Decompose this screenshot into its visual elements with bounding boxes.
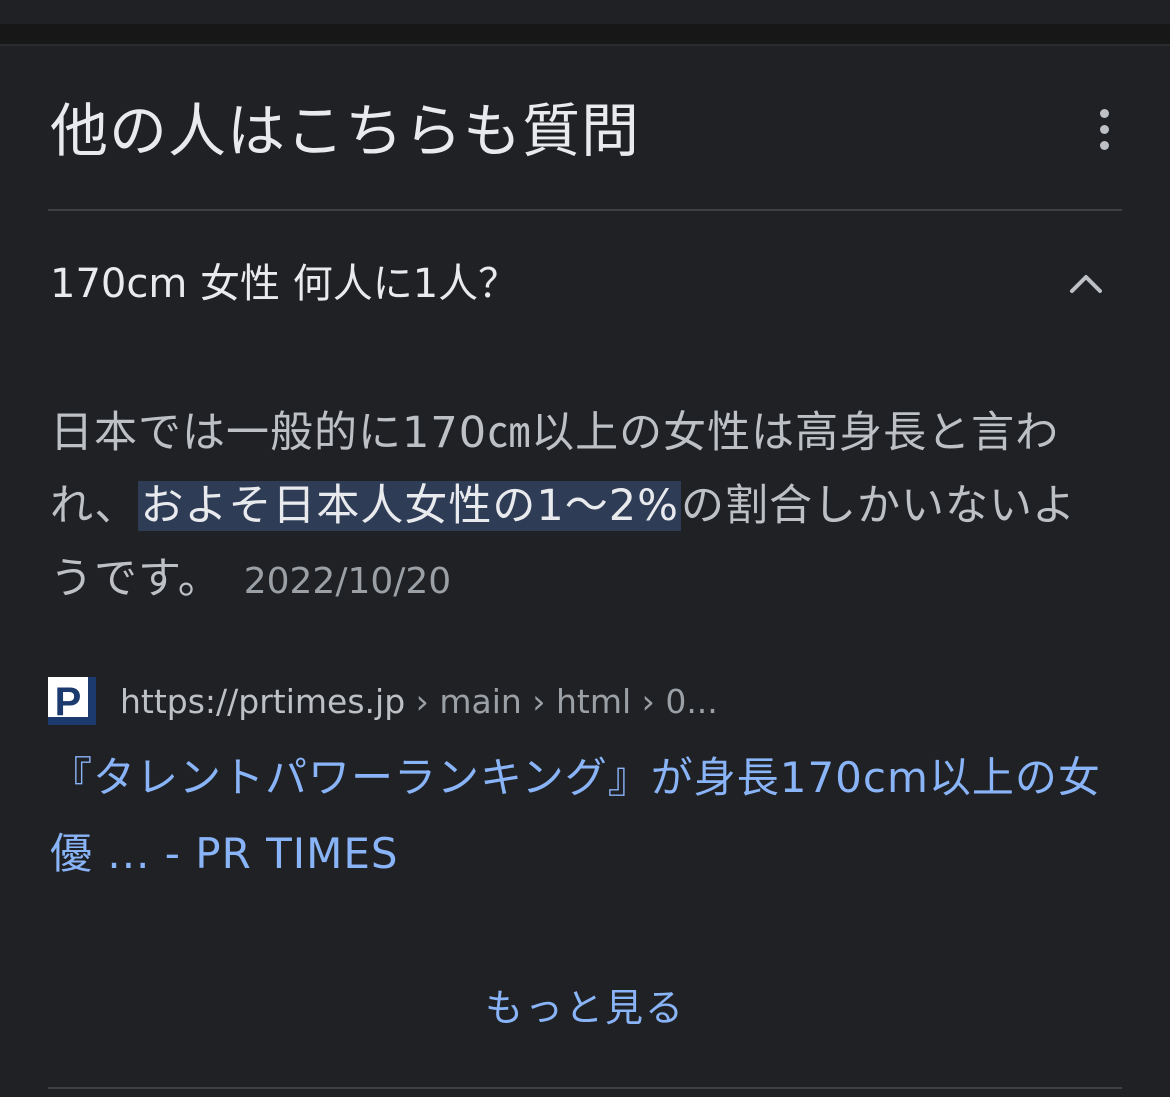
chevron-up-icon[interactable]: [1068, 266, 1104, 302]
section-separator: [0, 24, 1170, 46]
section-title: 他の人はこちらも質問: [50, 97, 641, 165]
people-also-ask-panel: 他の人はこちらも質問 170cm 女性 何人に1人？ 日本では一般的に170㎝以…: [0, 0, 1170, 1097]
answer-highlight: およそ日本人女性の1〜2%: [138, 481, 682, 531]
source-domain: https://prtimes.jp: [120, 681, 406, 721]
source-attribution[interactable]: P https://prtimes.jp › main › html › 0..…: [48, 676, 718, 726]
more-vert-icon-dot: [1099, 140, 1109, 150]
answer-snippet: 日本では一般的に170㎝以上の女性は高身長と言われ、およそ日本人女性の1〜2%の…: [50, 397, 1120, 618]
question-text: 170cm 女性 何人に1人？: [50, 261, 519, 307]
more-vert-icon-dot: [1099, 124, 1109, 134]
prtimes-favicon: P: [48, 677, 96, 725]
answer-date: 2022/10/20: [243, 561, 452, 602]
favicon-letter: P: [55, 680, 82, 724]
source-url: https://prtimes.jp › main › html › 0...: [120, 682, 718, 721]
source-path: › main › html › 0...: [405, 681, 718, 721]
more-vert-icon-dot: [1099, 108, 1109, 118]
result-title-link[interactable]: 『タレントパワーランキング』が身長170cm以上の女優 ... - PR TIM…: [50, 740, 1125, 892]
more-options-button[interactable]: [1082, 104, 1126, 154]
question-accordion[interactable]: 170cm 女性 何人に1人？: [48, 240, 1122, 330]
divider: [48, 209, 1122, 211]
divider-bottom: [48, 1087, 1122, 1089]
show-more-link[interactable]: もっと見る: [0, 980, 1170, 1036]
top-bar: [0, 0, 1170, 24]
